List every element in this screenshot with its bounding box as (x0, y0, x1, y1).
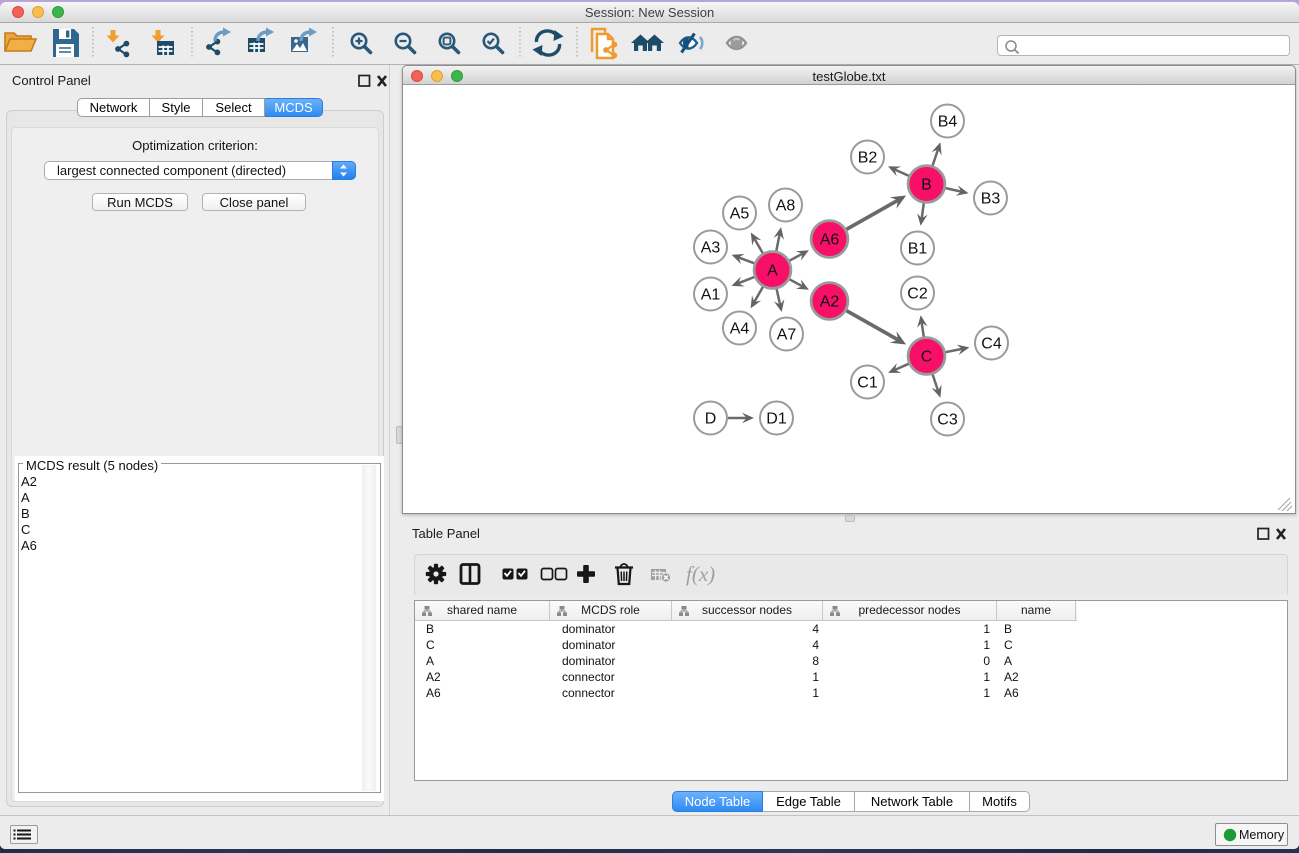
svg-text:A8: A8 (776, 198, 796, 215)
svg-text:B3: B3 (981, 191, 1001, 208)
svg-text:C3: C3 (937, 412, 958, 429)
svg-text:B: B (921, 177, 932, 194)
svg-text:C2: C2 (907, 286, 928, 303)
svg-text:A4: A4 (730, 321, 750, 338)
svg-text:A3: A3 (701, 240, 721, 257)
svg-text:C4: C4 (981, 336, 1002, 353)
svg-text:A: A (767, 263, 778, 280)
svg-text:A5: A5 (730, 206, 750, 223)
svg-text:A1: A1 (701, 287, 721, 304)
svg-text:f(x): f(x) (686, 562, 715, 586)
svg-text:B4: B4 (938, 114, 958, 131)
svg-text:D1: D1 (766, 411, 787, 428)
svg-text:C1: C1 (857, 375, 878, 392)
svg-text:D: D (705, 411, 717, 428)
svg-text:A2: A2 (820, 294, 840, 311)
svg-text:C: C (921, 349, 933, 366)
svg-text:B2: B2 (858, 150, 878, 167)
svg-text:A7: A7 (777, 327, 797, 344)
svg-text:A6: A6 (820, 232, 840, 249)
svg-text:B1: B1 (908, 241, 928, 258)
